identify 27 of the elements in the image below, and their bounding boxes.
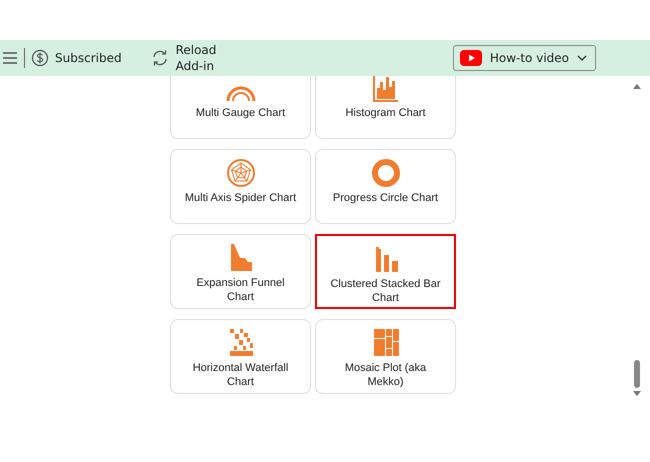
chart-type-label: Horizontal Waterfall Chart xyxy=(192,361,290,389)
chart-type-label: Multi Gauge Chart xyxy=(194,106,286,120)
chart-type-card[interactable]: Progress Circle Chart xyxy=(315,149,456,224)
chart-type-label: Multi Axis Spider Chart xyxy=(184,191,298,205)
dollar-icon xyxy=(31,49,49,67)
chart-type-label: Expansion Funnel Chart xyxy=(195,276,286,304)
chart-type-card[interactable]: Multi Axis Spider Chart xyxy=(170,149,311,224)
chart-type-card[interactable]: Clustered Stacked Bar Chart xyxy=(315,234,456,309)
chart-type-label: Progress Circle Chart xyxy=(332,191,440,205)
scrollbar-thumb[interactable] xyxy=(634,360,640,388)
scroll-up-icon[interactable] xyxy=(633,84,641,89)
reload-add-in-button[interactable]: Reload Add-in xyxy=(150,42,216,74)
play-icon xyxy=(460,50,482,66)
how-to-video-dropdown[interactable]: How-to video xyxy=(452,45,596,71)
chart-type-card[interactable]: Multi Gauge Chart xyxy=(170,76,311,139)
scroll-down-icon[interactable] xyxy=(633,391,641,396)
chart-type-card[interactable]: Expansion Funnel Chart xyxy=(170,234,311,309)
chart-type-card[interactable]: Histogram Chart xyxy=(315,76,456,139)
gauge-icon xyxy=(226,86,256,102)
chart-type-label: Histogram Chart xyxy=(344,106,427,120)
subscription-status: Subscribed xyxy=(55,51,122,65)
chart-type-card[interactable]: Mosaic Plot (aka Mekko) xyxy=(315,319,456,394)
chart-type-label: Mosaic Plot (aka Mekko) xyxy=(344,361,428,389)
chart-type-label: Clustered Stacked Bar Chart xyxy=(329,277,442,305)
chart-type-card[interactable]: Horizontal Waterfall Chart xyxy=(170,319,311,394)
caret-icon xyxy=(577,55,587,61)
menu-icon[interactable] xyxy=(2,51,18,65)
